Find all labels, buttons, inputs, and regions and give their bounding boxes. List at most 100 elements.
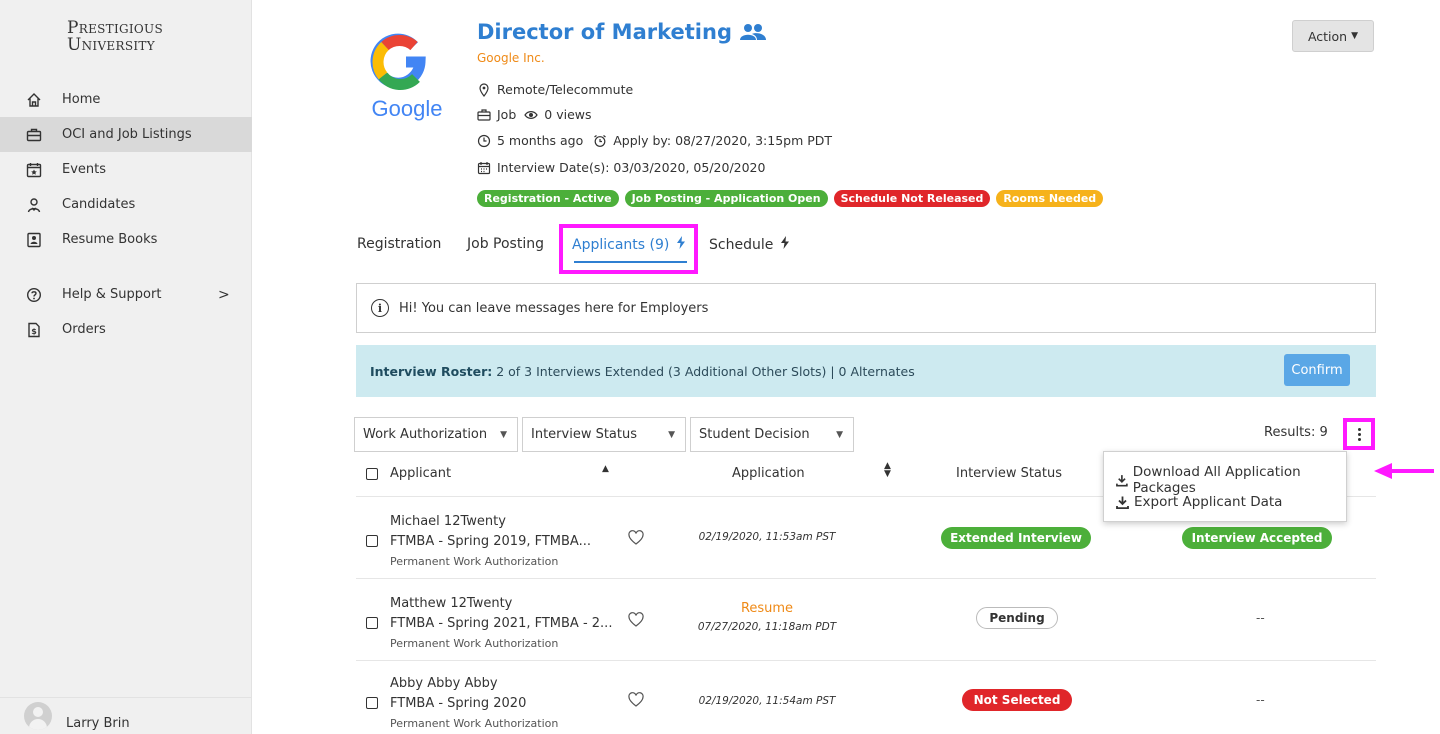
- briefcase-icon: [26, 127, 42, 143]
- column-header-interview-status[interactable]: Interview Status: [956, 466, 1062, 481]
- svg-text:$: $: [31, 327, 37, 336]
- application-date: 07/27/2020, 11:18am PDT: [697, 621, 837, 633]
- results-count: Results: 9: [1264, 425, 1328, 440]
- download-icon: [1116, 474, 1128, 486]
- university-logo[interactable]: Prestigious University: [67, 20, 163, 54]
- applicant-program: FTMBA - Spring 2019, FTMBA...: [390, 534, 591, 549]
- application-date: 02/19/2020, 11:54am PST: [698, 695, 836, 707]
- applicant-name[interactable]: Matthew 12Twenty: [390, 596, 512, 611]
- eye-icon: [524, 108, 539, 122]
- status-badge: Job Posting - Application Open: [624, 190, 828, 207]
- location-text: Remote/Telecommute: [497, 82, 634, 97]
- google-g-icon: Google: [370, 33, 443, 121]
- applicant-program: FTMBA - Spring 2020: [390, 696, 527, 711]
- filter-label: Interview Status: [531, 427, 638, 442]
- resume-link[interactable]: Resume: [662, 601, 872, 616]
- sidebar-item-label: Orders: [62, 322, 106, 337]
- action-dropdown-button[interactable]: Action ▼: [1292, 20, 1374, 52]
- type-views-line: Job 0 views: [477, 107, 592, 122]
- heart-icon[interactable]: [628, 612, 644, 628]
- roster-text: 2 of 3 Interviews Extended (3 Additional…: [496, 363, 915, 379]
- tab-schedule-label: Schedule: [709, 237, 774, 253]
- job-title: Director of Marketing: [477, 20, 766, 44]
- group-icon: [739, 24, 766, 40]
- alarm-clock-icon: [593, 134, 607, 148]
- interview-status-badge: Extended Interview: [941, 527, 1091, 549]
- views-count: 0 views: [544, 107, 592, 122]
- sidebar-item-candidates[interactable]: Candidates: [0, 187, 252, 222]
- menu-item-export-applicant-data[interactable]: Export Applicant Data: [1116, 494, 1282, 510]
- applicant-work-auth: Permanent Work Authorization: [390, 555, 559, 568]
- annotation-arrow-icon: [1374, 463, 1434, 479]
- filter-work-authorization[interactable]: Work Authorization ▼: [354, 417, 518, 452]
- column-header-applicant[interactable]: Applicant: [390, 466, 451, 481]
- company-name[interactable]: Google Inc.: [477, 51, 545, 65]
- sidebar-item-label: OCI and Job Listings: [62, 127, 192, 142]
- applicant-name[interactable]: Michael 12Twenty: [390, 514, 506, 529]
- tab-job-posting[interactable]: Job Posting: [467, 236, 544, 252]
- sort-asc-icon[interactable]: ▲: [602, 464, 609, 474]
- sidebar-item-home[interactable]: Home: [0, 82, 252, 117]
- heart-icon[interactable]: [628, 530, 644, 546]
- menu-item-download-all[interactable]: Download All Application Packages: [1116, 464, 1346, 496]
- menu-item-label: Download All Application Packages: [1132, 464, 1301, 496]
- employer-message-box[interactable]: i Hi! You can leave messages here for Em…: [356, 283, 1376, 333]
- sidebar-item-label: Events: [62, 162, 107, 177]
- message-text: Hi! You can leave messages here for Empl…: [399, 300, 709, 316]
- company-logo: Google: [362, 18, 452, 128]
- resume-book-icon: [26, 232, 42, 248]
- student-decision-value: --: [1256, 611, 1265, 625]
- divider: [356, 578, 1376, 579]
- application-date: 02/19/2020, 11:53am PST: [698, 531, 836, 543]
- interview-roster-banner: Interview Roster: 2 of 3 Interviews Exte…: [356, 345, 1376, 397]
- highlight-box-more-options: [1343, 418, 1375, 450]
- interview-dates-line: Interview Date(s): 03/03/2020, 05/20/202…: [477, 160, 765, 175]
- location-line: Remote/Telecommute: [477, 82, 633, 97]
- sidebar-item-orders[interactable]: $ Orders: [0, 312, 252, 347]
- filter-student-decision[interactable]: Student Decision ▼: [690, 417, 854, 452]
- applicant-work-auth: Permanent Work Authorization: [390, 717, 559, 730]
- apply-by: Apply by: 08/27/2020, 3:15pm PDT: [613, 133, 833, 148]
- tab-schedule[interactable]: Schedule: [709, 236, 790, 253]
- column-header-application[interactable]: Application: [732, 466, 805, 481]
- sidebar-item-label: Resume Books: [62, 232, 158, 247]
- caret-down-icon: ▼: [500, 429, 507, 440]
- sidebar-item-events[interactable]: Events: [0, 152, 252, 187]
- calendar-icon: [477, 161, 491, 175]
- chevron-right-icon: >: [218, 286, 230, 303]
- applicant-name[interactable]: Abby Abby Abby: [390, 676, 498, 691]
- user-profile[interactable]: Larry Brin: [0, 697, 252, 734]
- table-row[interactable]: Abby Abby Abby FTMBA - Spring 2020 Perma…: [356, 660, 1376, 734]
- filter-bar: Work Authorization ▼ Interview Status ▼ St…: [354, 417, 854, 452]
- confirm-button[interactable]: Confirm: [1284, 354, 1350, 386]
- filter-interview-status[interactable]: Interview Status ▼: [522, 417, 686, 452]
- sidebar: Prestigious University Home OCI and Job …: [0, 0, 252, 734]
- applicant-program: FTMBA - Spring 2021, FTMBA - 2...: [390, 616, 613, 631]
- home-icon: [26, 92, 42, 108]
- caret-down-icon: ▼: [1351, 31, 1359, 41]
- select-all-checkbox[interactable]: [366, 468, 378, 484]
- menu-item-label: Export Applicant Data: [1134, 494, 1283, 510]
- applicant-work-auth: Permanent Work Authorization: [390, 637, 559, 650]
- status-badge: Schedule Not Released: [833, 190, 991, 207]
- info-icon: i: [371, 299, 389, 317]
- table-row[interactable]: Matthew 12Twenty FTMBA - Spring 2021, FT…: [356, 580, 1376, 660]
- briefcase-icon: [477, 108, 491, 122]
- user-name: Larry Brin: [66, 715, 130, 731]
- avatar: [24, 702, 52, 730]
- sidebar-item-help-support[interactable]: Help & Support >: [0, 277, 252, 312]
- heart-icon[interactable]: [628, 692, 644, 708]
- sort-icon[interactable]: ▲ ▼: [884, 462, 891, 479]
- lightning-icon: [780, 236, 789, 249]
- row-checkbox[interactable]: [366, 535, 378, 547]
- caret-down-icon: ▼: [836, 429, 843, 440]
- job-type: Job: [497, 107, 517, 122]
- interview-status-badge: Pending: [976, 607, 1058, 629]
- company-logo-text: Google: [372, 96, 443, 121]
- row-checkbox[interactable]: [366, 697, 378, 709]
- sidebar-item-oci-job-listings[interactable]: OCI and Job Listings: [0, 117, 252, 152]
- status-badges: Registration - Active Job Posting - Appl…: [477, 190, 1104, 207]
- tab-registration[interactable]: Registration: [357, 236, 441, 252]
- row-checkbox[interactable]: [366, 617, 378, 629]
- sidebar-item-resume-books[interactable]: Resume Books: [0, 222, 252, 257]
